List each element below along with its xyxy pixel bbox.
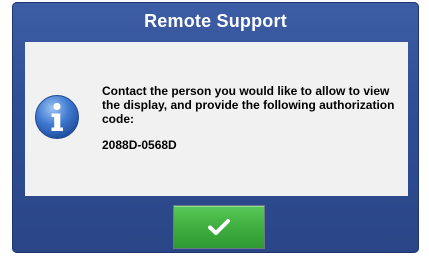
ok-button[interactable] bbox=[173, 205, 265, 249]
authorization-code: 2088D-0568D bbox=[102, 138, 177, 152]
dialog-content: Contact the person you would like to all… bbox=[25, 42, 408, 196]
checkmark-icon bbox=[208, 219, 230, 235]
remote-support-dialog: Remote Support Contact the person you wo… bbox=[12, 2, 419, 253]
dialog-title: Remote Support bbox=[144, 11, 287, 31]
info-icon bbox=[34, 94, 80, 140]
dialog-message: Contact the person you would like to all… bbox=[102, 84, 395, 126]
